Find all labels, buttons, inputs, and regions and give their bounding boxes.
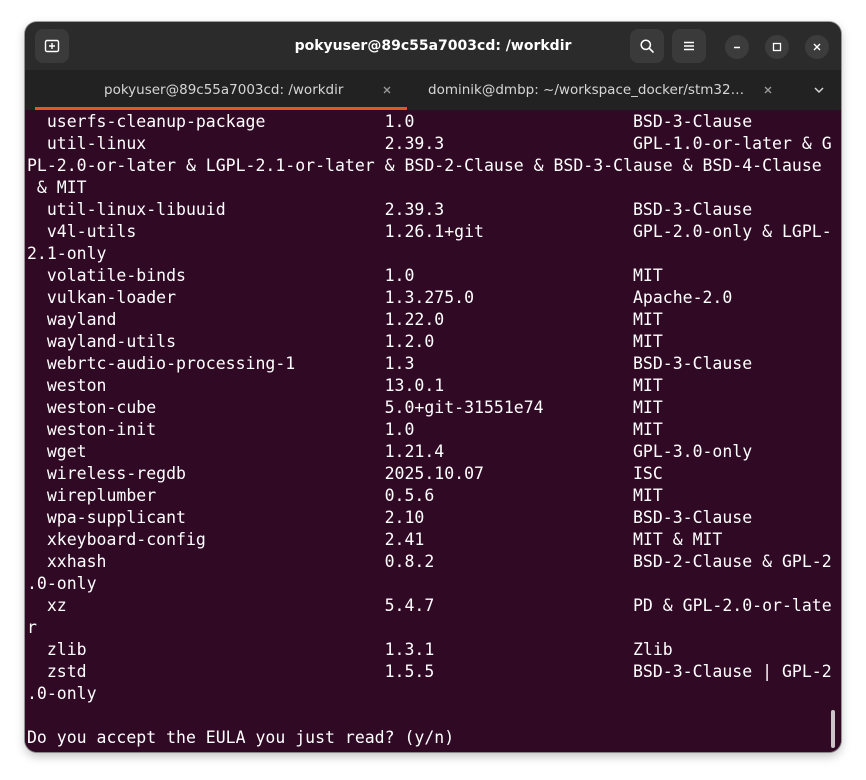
terminal-line: vulkan-loader 1.3.275.0 Apache-2.0 <box>27 288 733 307</box>
terminal-line: xz 5.4.7 PD & GPL-2.0-or-late <box>27 596 832 615</box>
terminal-line: zstd 1.5.5 BSD-3-Clause | GPL-2 <box>27 662 832 681</box>
terminal-line: volatile-binds 1.0 MIT <box>27 266 663 285</box>
close-button[interactable] <box>805 35 829 59</box>
search-icon <box>640 39 654 53</box>
maximize-icon <box>772 42 782 52</box>
terminal-line: & MIT <box>27 178 87 197</box>
scrollbar[interactable] <box>831 710 835 748</box>
terminal-line: weston-init 1.0 MIT <box>27 420 663 439</box>
terminal-line: PL-2.0-or-later & LGPL-2.1-or-later & BS… <box>27 156 822 175</box>
terminal-window: pokyuser@89c55a7003cd: /workdir pokyuser… <box>25 22 841 752</box>
minimize-icon <box>734 46 740 49</box>
terminal-line: util-linux-libuuid 2.39.3 BSD-3-Clause <box>27 200 753 219</box>
terminal-line: userfs-cleanup-package 1.0 BSD-3-Clause <box>27 112 753 131</box>
chevron-down-icon <box>814 87 824 94</box>
terminal-output[interactable]: userfs-cleanup-package 1.0 BSD-3-Clause … <box>25 110 841 752</box>
terminal-line: r <box>27 618 37 637</box>
terminal-line: weston 13.0.1 MIT <box>27 376 663 395</box>
tab-pokyuser[interactable]: pokyuser@89c55a7003cd: /workdir <box>35 70 407 110</box>
terminal-line: wireplumber 0.5.6 MIT <box>27 486 663 505</box>
tab-label: pokyuser@89c55a7003cd: /workdir <box>104 82 344 98</box>
minimize-button[interactable] <box>725 35 749 59</box>
close-icon <box>383 86 391 94</box>
terminal-line: .0-only <box>27 684 97 703</box>
terminal-line: 2.1-only <box>27 244 107 263</box>
window-title: pokyuser@89c55a7003cd: /workdir <box>294 38 572 54</box>
hamburger-menu-icon <box>684 41 694 51</box>
terminal-line: v4l-utils 1.26.1+git GPL-2.0-only & LGPL… <box>27 222 832 241</box>
maximize-button[interactable] <box>765 35 789 59</box>
eula-prompt: Do you accept the EULA you just read? (y… <box>27 728 455 747</box>
terminal-line: webrtc-audio-processing-1 1.3 BSD-3-Clau… <box>27 354 753 373</box>
tab-overflow-button[interactable] <box>809 81 829 99</box>
terminal-line: xkeyboard-config 2.41 MIT & MIT <box>27 530 723 549</box>
terminal-line: wayland 1.22.0 MIT <box>27 310 663 329</box>
terminal-line: zlib 1.3.1 Zlib <box>27 640 673 659</box>
search-button[interactable] <box>630 29 664 63</box>
terminal-line: wireless-regdb 2025.10.07 ISC <box>27 464 663 483</box>
title-bar[interactable]: pokyuser@89c55a7003cd: /workdir <box>25 22 841 70</box>
tab-bar: pokyuser@89c55a7003cd: /workdir dominik@… <box>25 70 841 110</box>
menu-button[interactable] <box>672 29 706 63</box>
terminal-line: wayland-utils 1.2.0 MIT <box>27 332 663 351</box>
close-icon <box>813 43 821 51</box>
terminal-line: wget 1.21.4 GPL-3.0-only <box>27 442 753 461</box>
terminal-line: wpa-supplicant 2.10 BSD-3-Clause <box>27 508 753 527</box>
terminal-line: util-linux 2.39.3 GPL-1.0-or-later & G <box>27 134 832 153</box>
tab-label: dominik@dmbp: ~/workspace_docker/stm32… <box>428 82 745 98</box>
terminal-line: .0-only <box>27 574 97 593</box>
terminal-line: weston-cube 5.0+git-31551e74 MIT <box>27 398 663 417</box>
terminal-line: xxhash 0.8.2 BSD-2-Clause & GPL-2 <box>27 552 832 571</box>
close-icon <box>764 86 772 94</box>
tab-close-button[interactable] <box>378 81 396 99</box>
tab-dominik[interactable]: dominik@dmbp: ~/workspace_docker/stm32… <box>417 70 787 110</box>
tab-close-button[interactable] <box>759 81 777 99</box>
